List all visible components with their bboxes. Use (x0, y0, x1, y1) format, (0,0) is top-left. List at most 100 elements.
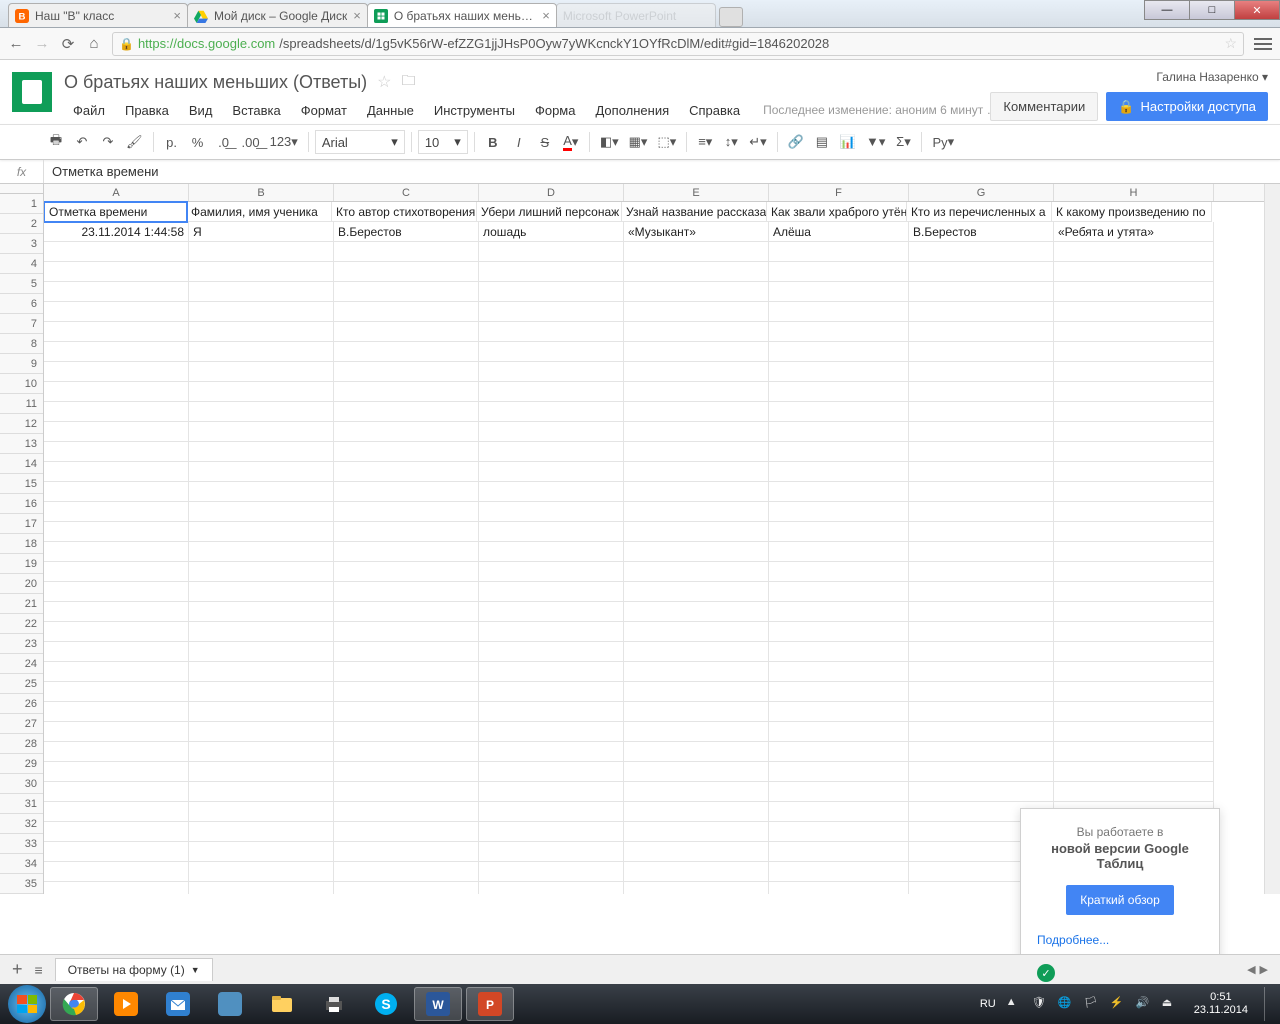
row-header[interactable]: 13 (0, 434, 43, 454)
filter-icon[interactable]: ▼▾ (862, 130, 889, 154)
close-icon[interactable]: × (542, 8, 550, 23)
cell[interactable] (479, 842, 624, 862)
cell[interactable] (44, 582, 189, 602)
cell[interactable] (769, 882, 909, 894)
cell[interactable] (334, 662, 479, 682)
vertical-scrollbar[interactable] (1264, 184, 1280, 894)
col-header-F[interactable]: F (769, 184, 909, 201)
cell[interactable] (189, 562, 334, 582)
cell[interactable] (334, 262, 479, 282)
cell[interactable] (479, 742, 624, 762)
cell[interactable] (909, 722, 1054, 742)
cell[interactable] (1054, 482, 1214, 502)
cell[interactable] (44, 822, 189, 842)
cell[interactable] (909, 302, 1054, 322)
row-header[interactable]: 6 (0, 294, 43, 314)
row-header[interactable]: 23 (0, 634, 43, 654)
cell[interactable] (624, 362, 769, 382)
menu-view[interactable]: Вид (180, 99, 222, 122)
cell[interactable] (624, 262, 769, 282)
row-header[interactable]: 29 (0, 754, 43, 774)
task-powerpoint-icon[interactable]: P (466, 987, 514, 1021)
cell[interactable] (44, 502, 189, 522)
cell[interactable]: Алёша (769, 222, 909, 242)
cell[interactable] (769, 282, 909, 302)
cell[interactable] (189, 422, 334, 442)
cell[interactable] (189, 242, 334, 262)
cell[interactable] (189, 442, 334, 462)
cell[interactable]: Узнай название рассказа (622, 202, 767, 222)
menu-format[interactable]: Формат (292, 99, 356, 122)
task-pin-icon[interactable] (206, 987, 254, 1021)
cell[interactable] (479, 542, 624, 562)
row-header[interactable]: 3 (0, 234, 43, 254)
cell[interactable] (189, 502, 334, 522)
row-header[interactable]: 8 (0, 334, 43, 354)
row-header[interactable]: 7 (0, 314, 43, 334)
cell[interactable] (624, 602, 769, 622)
cell[interactable] (44, 442, 189, 462)
cell[interactable] (44, 602, 189, 622)
cell[interactable] (334, 582, 479, 602)
menu-help[interactable]: Справка (680, 99, 749, 122)
cell[interactable]: 23.11.2014 1:44:58 (44, 222, 189, 242)
cell[interactable] (624, 742, 769, 762)
cell[interactable] (624, 242, 769, 262)
cell[interactable] (769, 682, 909, 702)
cell[interactable] (909, 762, 1054, 782)
cell[interactable]: Фамилия, имя ученика (187, 202, 332, 222)
cell[interactable] (909, 682, 1054, 702)
bold-icon[interactable]: B (481, 130, 505, 154)
cell[interactable] (44, 642, 189, 662)
cell[interactable] (44, 522, 189, 542)
cell[interactable] (909, 482, 1054, 502)
cell[interactable] (1054, 442, 1214, 462)
cell[interactable] (769, 642, 909, 662)
row-header[interactable]: 1 (0, 194, 43, 214)
cell[interactable] (334, 882, 479, 894)
sync-status-icon[interactable]: ✓ (1037, 964, 1055, 982)
input-tools-button[interactable]: Py▾ (928, 130, 958, 154)
cell[interactable] (1054, 422, 1214, 442)
tray-clock[interactable]: 0:51 23.11.2014 (1188, 991, 1254, 1017)
cell[interactable] (479, 262, 624, 282)
cell[interactable] (479, 482, 624, 502)
strikethrough-icon[interactable]: S (533, 130, 557, 154)
cell[interactable] (1054, 302, 1214, 322)
cell[interactable] (909, 362, 1054, 382)
cell[interactable] (479, 362, 624, 382)
tray-flag-icon[interactable]: ▲ (1006, 996, 1022, 1012)
cell[interactable] (1054, 762, 1214, 782)
cell[interactable] (189, 542, 334, 562)
v-align-icon[interactable]: ↕▾ (719, 130, 743, 154)
row-header[interactable]: 14 (0, 454, 43, 474)
cell[interactable] (624, 862, 769, 882)
italic-icon[interactable]: I (507, 130, 531, 154)
cell[interactable] (624, 382, 769, 402)
cell[interactable] (769, 702, 909, 722)
task-explorer-icon[interactable] (258, 987, 306, 1021)
row-header[interactable]: 17 (0, 514, 43, 534)
minimize-button[interactable]: — (1144, 0, 1190, 20)
menu-insert[interactable]: Вставка (223, 99, 289, 122)
cell[interactable] (334, 322, 479, 342)
address-bar[interactable]: 🔒 https://docs.google.com/spreadsheets/d… (112, 32, 1244, 56)
cell[interactable] (479, 422, 624, 442)
cell[interactable]: Кто автор стихотворения (332, 202, 477, 222)
cell[interactable] (769, 462, 909, 482)
cell[interactable] (624, 522, 769, 542)
tray-action-icon[interactable]: 🏳 (1084, 996, 1100, 1012)
cell[interactable] (44, 862, 189, 882)
cell[interactable] (769, 342, 909, 362)
col-header-C[interactable]: C (334, 184, 479, 201)
cell[interactable] (44, 462, 189, 482)
cell[interactable] (479, 502, 624, 522)
cell[interactable] (479, 522, 624, 542)
cell[interactable] (44, 802, 189, 822)
cell[interactable] (189, 762, 334, 782)
cell[interactable] (769, 502, 909, 522)
cell[interactable] (624, 822, 769, 842)
cell[interactable] (189, 602, 334, 622)
browser-tab-2[interactable]: О братьях наших меньших × (367, 3, 557, 27)
cell[interactable] (909, 322, 1054, 342)
